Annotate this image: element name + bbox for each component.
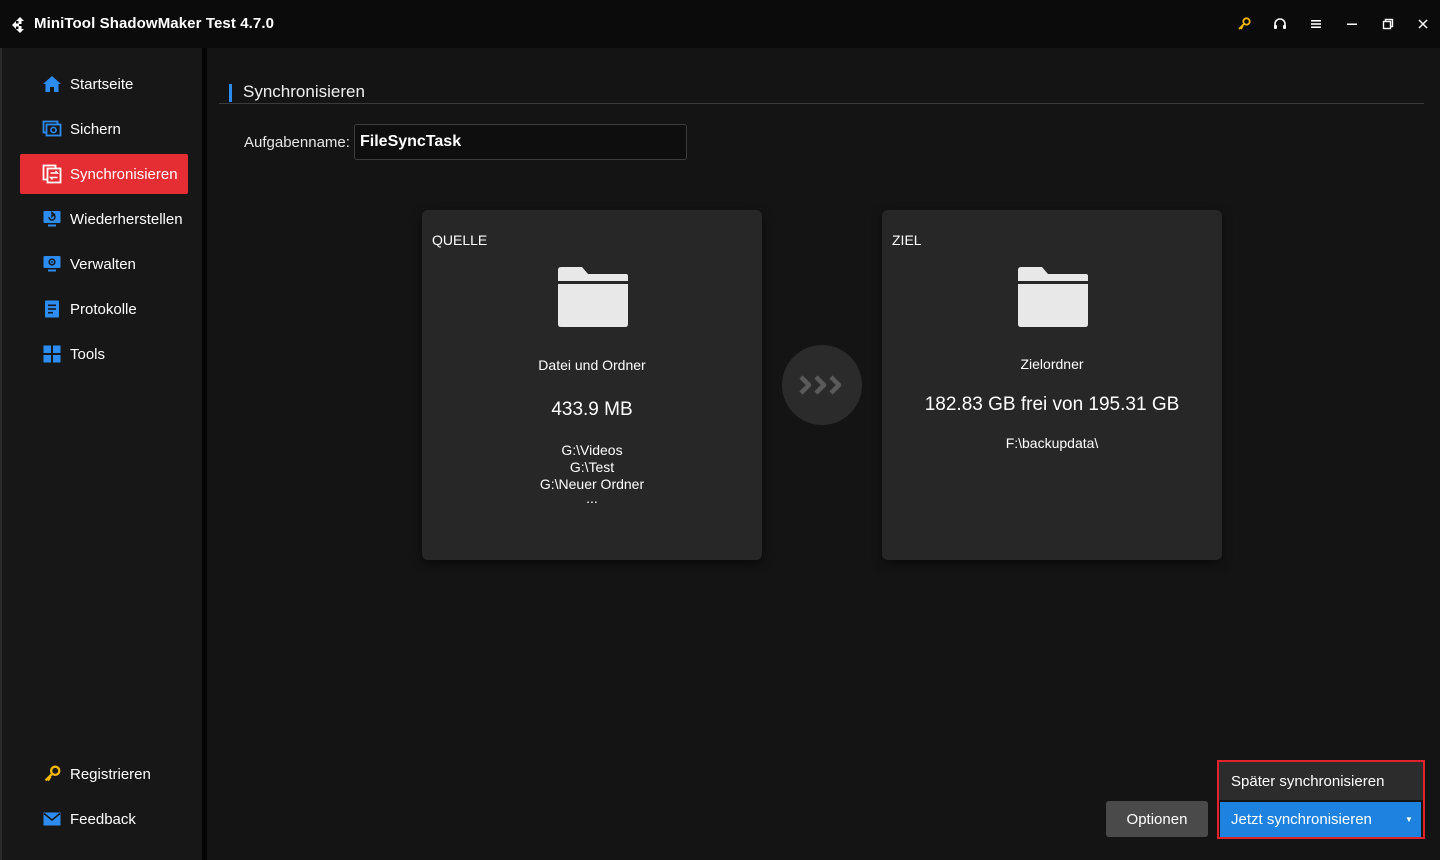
menu-icon[interactable]	[1306, 14, 1326, 34]
source-path-list: G:\Videos G:\Test G:\Neuer Ordner ...	[422, 442, 762, 506]
target-card[interactable]: ZIEL Zielordner 182.83 GB frei von 195.3…	[882, 210, 1222, 560]
sidebar-item-label: Wiederherstellen	[70, 210, 183, 228]
sidebar-item-label: Feedback	[70, 810, 136, 828]
sidebar-item-label: Startseite	[70, 75, 134, 93]
triple-chevron-icon	[799, 375, 842, 395]
source-size: 433.9 MB	[551, 399, 633, 420]
page-title: Synchronisieren	[243, 82, 365, 101]
minimize-icon[interactable]	[1342, 14, 1362, 34]
tools-icon	[42, 344, 62, 364]
source-path: G:\Test	[569, 459, 615, 475]
sidebar-item-sichern[interactable]: Sichern	[20, 109, 188, 149]
title-bar: MiniTool ShadowMaker Test 4.7.0	[0, 0, 1440, 48]
manage-icon	[42, 254, 62, 274]
headset-icon[interactable]	[1270, 14, 1290, 34]
task-name-label: Aufgabenname:	[244, 134, 350, 151]
folder-icon	[558, 267, 628, 327]
source-subtitle: Datei und Ordner	[538, 357, 646, 373]
section-header: Synchronisieren	[219, 82, 1424, 104]
sidebar-item-verwalten[interactable]: Verwalten	[20, 244, 188, 284]
key-icon	[42, 764, 62, 784]
sidebar-item-feedback[interactable]: Feedback	[20, 799, 188, 839]
sidebar-item-startseite[interactable]: Startseite	[20, 64, 188, 104]
key-icon[interactable]	[1234, 14, 1254, 34]
sync-direction-indicator	[782, 345, 862, 425]
sidebar-item-label: Registrieren	[70, 765, 151, 783]
section-accent-bar	[229, 84, 232, 102]
sidebar-item-protokolle[interactable]: Protokolle	[20, 289, 188, 329]
sidebar-item-label: Protokolle	[70, 300, 137, 318]
sidebar-item-label: Tools	[70, 345, 106, 363]
sidebar-item-label: Synchronisieren	[70, 165, 178, 183]
sync-split-button-dropdown: Später synchronisieren Jetzt synchronisi…	[1217, 760, 1425, 839]
app-logo-icon	[12, 17, 24, 33]
app-title: MiniTool ShadowMaker Test 4.7.0	[34, 15, 275, 32]
target-label: ZIEL	[892, 232, 922, 248]
sync-icon	[42, 164, 62, 184]
restore-icon[interactable]	[1378, 14, 1398, 34]
target-path: F:\backupdata\	[1005, 435, 1099, 451]
source-path: G:\Videos	[561, 442, 623, 458]
mail-icon	[42, 809, 62, 829]
target-subtitle: Zielordner	[1020, 356, 1084, 372]
sync-now-button[interactable]: Jetzt synchronisieren	[1220, 802, 1397, 837]
sidebar-item-registrieren[interactable]: Registrieren	[20, 754, 188, 794]
home-icon	[42, 74, 62, 94]
sync-later-option[interactable]: Später synchronisieren	[1219, 762, 1423, 800]
source-label: QUELLE	[432, 232, 488, 248]
sidebar-item-label: Sichern	[70, 120, 121, 138]
target-free-space: 182.83 GB frei von 195.31 GB	[924, 394, 1180, 415]
sidebar-item-label: Verwalten	[70, 255, 136, 273]
logs-icon	[42, 299, 62, 319]
close-icon[interactable]	[1413, 14, 1433, 34]
task-name-input[interactable]	[354, 124, 687, 160]
sidebar-item-tools[interactable]: Tools	[20, 334, 188, 374]
backup-icon	[42, 119, 62, 139]
options-button[interactable]: Optionen	[1106, 801, 1208, 837]
restore-data-icon	[42, 209, 62, 229]
source-card[interactable]: QUELLE Datei und Ordner 433.9 MB G:\Vide…	[422, 210, 762, 560]
sidebar: Startseite Sichern Synchronisieren Wiede…	[0, 48, 202, 860]
source-path-more: ...	[586, 490, 598, 506]
main-panel: Synchronisieren Aufgabenname: QUELLE Dat…	[207, 48, 1440, 860]
sidebar-item-wiederherstellen[interactable]: Wiederherstellen	[20, 199, 188, 239]
folder-icon	[1018, 267, 1088, 327]
sidebar-item-synchronisieren[interactable]: Synchronisieren	[20, 154, 188, 194]
chevron-down-icon[interactable]: ▼	[1397, 802, 1421, 837]
